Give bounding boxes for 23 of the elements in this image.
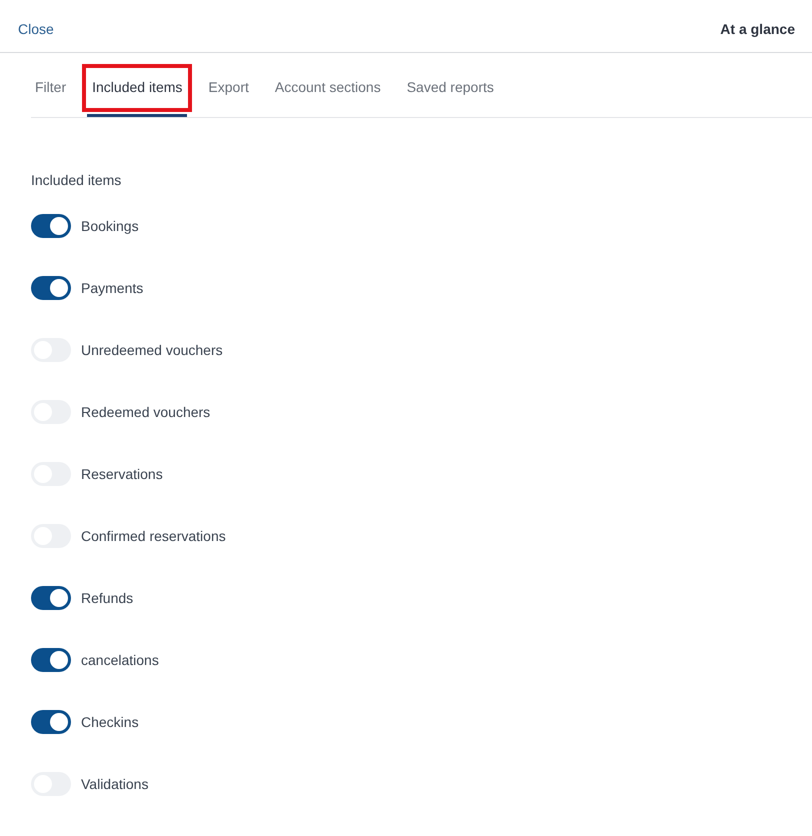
toggle-label: Bookings [81,218,139,234]
page-title: At a glance [720,21,795,37]
toggle-label: Checkins [81,714,139,730]
toggle-label: Unredeemed vouchers [81,342,223,358]
toggle-label: cancelations [81,652,159,668]
tab[interactable]: Export [203,53,254,117]
toggle-switch[interactable] [31,276,71,300]
toggle-switch[interactable] [31,710,71,734]
toggle-label: Validations [81,776,148,792]
toggle-switch[interactable] [31,214,71,238]
tab[interactable]: Filter [31,53,72,117]
tab[interactable]: Saved reports [402,53,499,117]
toggle-switch[interactable] [31,648,71,672]
toggle-label: Payments [81,280,144,296]
tab[interactable]: Account sections [270,53,386,117]
toggle-label: Confirmed reservations [81,528,226,544]
tab[interactable]: Included items [87,53,188,117]
toggle-label: Reservations [81,466,163,482]
toggle-label: Refunds [81,590,134,606]
section-title: Included items [31,172,122,188]
toggle-switch[interactable] [31,586,71,610]
toggle-label: Redeemed vouchers [81,404,210,420]
close-link[interactable]: Close [18,21,54,37]
